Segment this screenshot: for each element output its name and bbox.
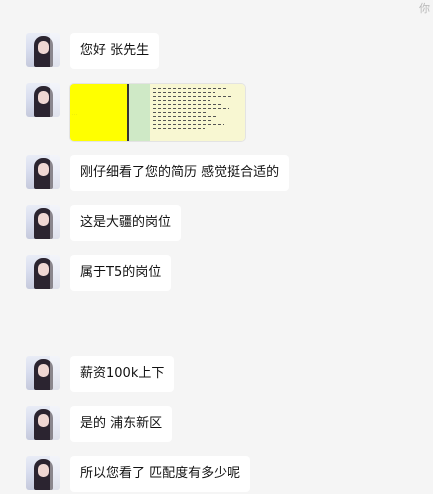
chat-message: 所以您看了 匹配度有多少呢 (26, 456, 251, 492)
avatar[interactable] (26, 255, 60, 289)
image-yellow-panel: · · · (70, 84, 127, 141)
chat-message: 您好 张先生 (26, 33, 160, 69)
message-bubble[interactable]: 属于T5的岗位 (70, 255, 172, 291)
chat-message: 这是大疆的岗位 (26, 205, 182, 241)
chat-message: 是的 浦东新区 (26, 406, 173, 442)
avatar[interactable] (26, 83, 60, 117)
image-green-panel (129, 84, 150, 141)
chat-message: 刚仔细看了您的简历 感觉挺合适的 (26, 155, 290, 191)
window-corner-label: 你 (419, 2, 430, 15)
message-bubble[interactable]: 刚仔细看了您的简历 感觉挺合适的 (70, 155, 290, 191)
avatar[interactable] (26, 33, 60, 67)
avatar[interactable] (26, 356, 60, 390)
avatar[interactable] (26, 406, 60, 440)
message-bubble[interactable]: 薪资100k上下 (70, 356, 175, 392)
message-bubble[interactable]: 这是大疆的岗位 (70, 205, 182, 241)
chat-message: 属于T5的岗位 (26, 255, 172, 291)
chat-message: 薪资100k上下 (26, 356, 175, 392)
avatar[interactable] (26, 155, 60, 189)
message-bubble[interactable]: 是的 浦东新区 (70, 406, 173, 442)
image-attachment[interactable]: · · · (69, 83, 246, 142)
avatar[interactable] (26, 205, 60, 239)
chat-message-image: · · · (26, 83, 246, 142)
message-bubble[interactable]: 所以您看了 匹配度有多少呢 (70, 456, 251, 492)
image-document-preview (150, 84, 245, 141)
avatar[interactable] (26, 456, 60, 490)
message-bubble[interactable]: 您好 张先生 (70, 33, 160, 69)
